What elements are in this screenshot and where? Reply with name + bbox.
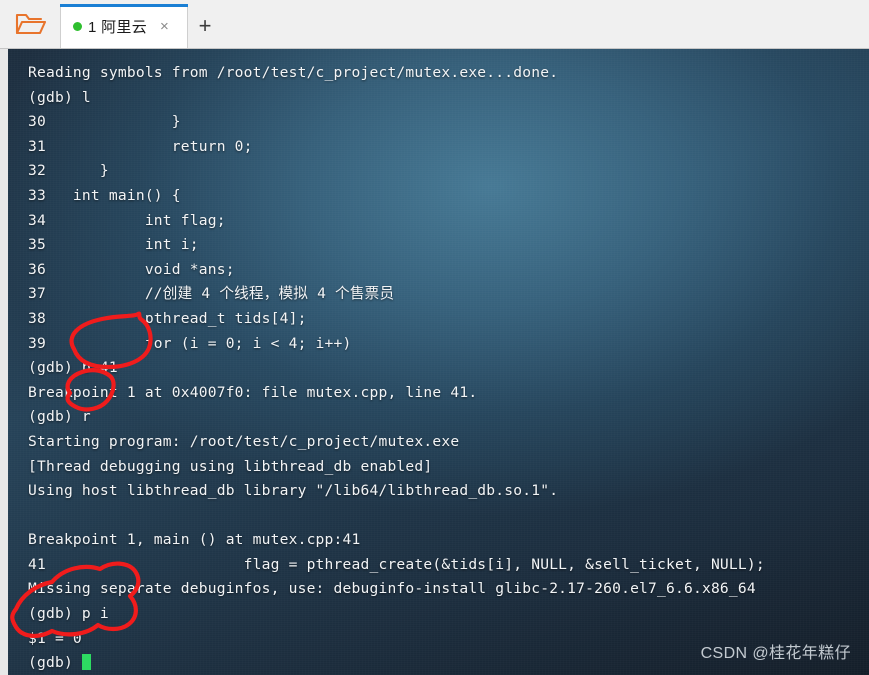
terminal-line: (gdb) [28,651,865,675]
tab-title: 1 阿里云 [88,18,148,36]
terminal-window: 1 阿里云 × + Reading symbols from /root/tes… [0,0,869,675]
open-folder-icon [14,11,46,37]
block-cursor-icon [81,654,91,671]
terminal-output: Reading symbols from /root/test/c_projec… [28,61,865,675]
terminal-line: $1 = 0 [28,629,82,647]
terminal-line: [Thread debugging using libthread_db ena… [28,457,433,475]
terminal-line: (gdb) b 41 [28,359,118,377]
terminal-line: Starting program: /root/test/c_project/m… [28,432,460,450]
terminal-line: Using host libthread_db library "/lib64/… [28,482,559,500]
close-icon[interactable]: × [157,17,172,36]
terminal-line: 32 } [28,162,109,180]
terminal-line: Breakpoint 1, main () at mutex.cpp:41 [28,531,361,549]
tab-bar: 1 阿里云 × + [0,0,869,49]
terminal-line: Reading symbols from /root/test/c_projec… [28,64,559,81]
terminal-line: Breakpoint 1 at 0x4007f0: file mutex.cpp… [28,383,478,401]
terminal-line: Missing separate debuginfos, use: debugi… [28,580,756,598]
terminal-background: Reading symbols from /root/test/c_projec… [8,49,869,675]
terminal-line: 38 pthread_t tids[4]; [28,309,307,327]
terminal-line: 37 //创建 4 个线程，模拟 4 个售票员 [28,285,395,303]
terminal-line: 39 for (i = 0; i < 4; i++) [28,334,352,352]
terminal-line: (gdb) p i [28,605,109,623]
terminal-line: 34 int flag; [28,211,226,229]
terminal-line: 35 int i; [28,236,199,254]
tab-item-active[interactable]: 1 阿里云 × [60,4,188,48]
terminal-line: 30 } [28,113,181,131]
open-folder-button[interactable] [0,0,60,48]
terminal-panel[interactable]: Reading symbols from /root/test/c_projec… [0,49,869,675]
new-tab-button[interactable]: + [188,4,222,48]
terminal-line: 33 int main() { [28,186,181,204]
connected-dot-icon [73,21,82,31]
terminal-line: (gdb) r [28,408,91,426]
terminal-line: 41 flag = pthread_create(&tids[i], NULL,… [28,555,765,573]
terminal-line: (gdb) l [28,88,91,106]
terminal-line: 36 void *ans; [28,260,235,278]
terminal-line: 31 return 0; [28,137,253,155]
